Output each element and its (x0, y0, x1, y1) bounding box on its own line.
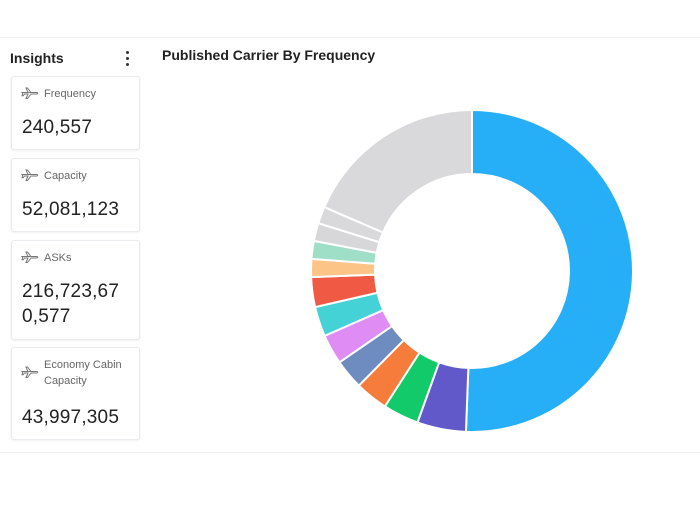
more-vertical-icon[interactable] (121, 50, 133, 68)
insights-panel: Insights Frequency 240,557 Capacity 52,0… (0, 40, 150, 450)
economy-cabin-label-line2: Capacity (44, 375, 87, 387)
donut-slice[interactable] (322, 108, 473, 234)
asks-value-line2: 0,577 (22, 306, 71, 327)
top-bar (0, 0, 700, 38)
economy-cabin-capacity-card: Economy Cabin Capacity 43,997,305 (11, 347, 140, 440)
bottom-bar (0, 452, 700, 524)
economy-cabin-capacity-value: 43,997,305 (22, 407, 120, 428)
capacity-card: Capacity 52,081,123 (11, 158, 140, 232)
economy-cabin-label-line1: Economy Cabin (44, 359, 122, 371)
airplane-icon (21, 169, 39, 181)
asks-card: ASKs 216,723,67 0,577 (11, 240, 140, 340)
chart-area (150, 70, 700, 450)
donut-chart (310, 108, 634, 433)
capacity-value: 52,081,123 (22, 199, 120, 220)
airplane-icon (21, 87, 39, 99)
airplane-icon (21, 366, 39, 378)
frequency-value: 240,557 (22, 117, 93, 138)
frequency-card: Frequency 240,557 (11, 76, 140, 150)
capacity-label: Capacity (44, 170, 87, 182)
asks-label: ASKs (44, 252, 72, 264)
donut-slice[interactable] (464, 108, 634, 433)
frequency-label: Frequency (44, 88, 96, 100)
airplane-icon (21, 251, 39, 263)
insights-title: Insights (10, 50, 64, 66)
chart-title: Published Carrier By Frequency (162, 47, 376, 63)
asks-value-line1: 216,723,67 (22, 281, 120, 302)
